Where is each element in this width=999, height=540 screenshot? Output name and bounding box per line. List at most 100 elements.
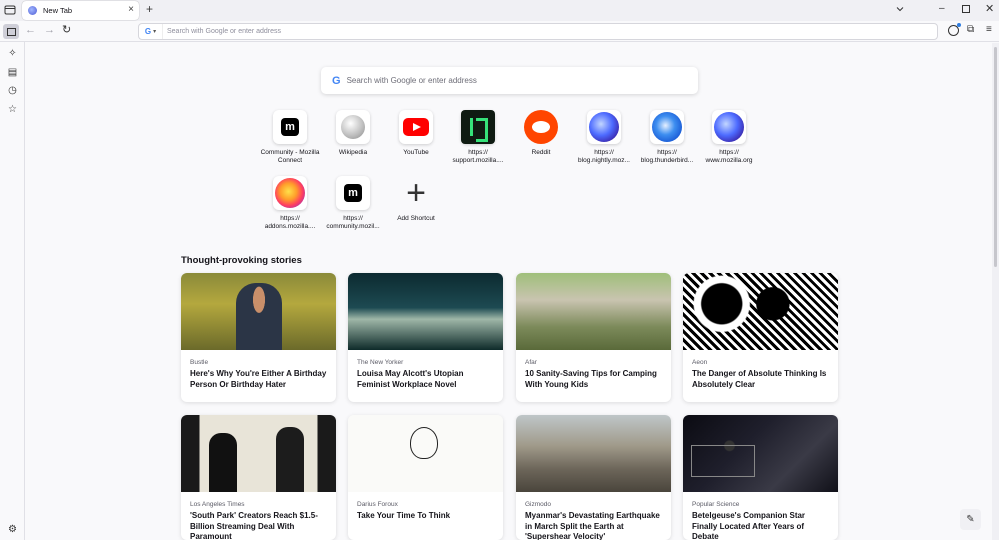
shortcut-community-mozilla[interactable]: m https:// community.mozil... [322, 176, 384, 231]
app-menu-hamburger-icon[interactable]: ≡ [986, 24, 992, 35]
story-image [181, 273, 336, 350]
firefox-view-icon[interactable] [4, 4, 16, 16]
shortcut-label: https:// support.mozilla.... [452, 149, 504, 164]
story-source: Bustle [190, 359, 209, 366]
plus-icon: + [406, 174, 426, 212]
search-engine-google-icon[interactable]: G ▾ [139, 24, 163, 39]
shortcut-wikipedia[interactable]: Wikipedia [322, 110, 384, 157]
story-card[interactable]: Popular Science Betelgeuse's Companion S… [683, 415, 838, 540]
story-image [683, 415, 838, 492]
story-image [516, 273, 671, 350]
shortcut-label: Reddit [531, 149, 551, 156]
thunderbird-icon [650, 110, 684, 144]
sidebar: ✧ ▤ ◷ ☆ ⚙ [0, 42, 25, 540]
firefox-favicon-icon [28, 6, 37, 15]
shortcut-label: https:// blog.thunderbird... [640, 149, 694, 164]
shortcut-mozilla-org[interactable]: https:// www.mozilla.org [698, 110, 760, 165]
shortcut-label: Community - Mozilla Connect [260, 149, 320, 164]
story-headline: 'South Park' Creators Reach $1.5-Billion… [190, 511, 318, 540]
story-headline: Myanmar's Devastating Earthquake in Marc… [525, 511, 660, 540]
tab-close-icon[interactable]: × [128, 4, 134, 16]
story-card[interactable]: Bustle Here's Why You're Either A Birthd… [181, 273, 336, 402]
reload-icon[interactable]: ↻ [62, 23, 71, 36]
extensions-puzzle-icon[interactable]: ⧉ [967, 24, 974, 35]
firefox-icon [273, 176, 307, 210]
history-clock-icon[interactable]: ◷ [7, 85, 18, 96]
story-card[interactable]: Aeon The Danger of Absolute Thinking Is … [683, 273, 838, 402]
story-source: Darius Foroux [357, 501, 398, 508]
story-source: Aeon [692, 359, 708, 366]
mozilla-m-icon: m [336, 176, 370, 210]
shortcut-youtube[interactable]: YouTube [385, 110, 447, 157]
mozilla-support-icon [461, 110, 495, 144]
shortcut-label: https:// www.mozilla.org [705, 149, 753, 164]
forward-arrow-icon[interactable]: → [44, 24, 55, 36]
shortcut-label: Wikipedia [338, 149, 368, 156]
sidebar-toggle-icon[interactable] [3, 24, 19, 39]
story-headline: Here's Why You're Either A Birthday Pers… [190, 369, 327, 389]
navigation-toolbar: ← → ↻ G ▾ Search with Google or enter add… [0, 21, 999, 42]
tab-new-tab[interactable]: New Tab × [22, 1, 139, 20]
story-source: The New Yorker [357, 359, 404, 366]
story-card[interactable]: Los Angeles Times 'South Park' Creators … [181, 415, 336, 540]
tab-strip: New Tab × + – ✕ [0, 0, 999, 21]
story-headline: The Danger of Absolute Thinking Is Absol… [692, 369, 827, 389]
back-arrow-icon[interactable]: ← [25, 24, 36, 36]
story-image [516, 415, 671, 492]
shortcut-mozilla-connect[interactable]: m Community - Mozilla Connect [259, 110, 321, 165]
story-image [181, 415, 336, 492]
mozilla-m-icon: m [273, 110, 307, 144]
story-headline: Louisa May Alcott's Utopian Feminist Wor… [357, 369, 464, 389]
ai-chatbot-sparkle-icon[interactable]: ✧ [7, 48, 18, 59]
google-logo-icon: G [332, 74, 341, 87]
story-source: Popular Science [692, 501, 740, 508]
tab-title: New Tab [43, 6, 73, 15]
story-image [683, 273, 838, 350]
shortcut-label: https:// addons.mozilla.... [264, 215, 316, 230]
story-card[interactable]: The New Yorker Louisa May Alcott's Utopi… [348, 273, 503, 402]
shortcut-blog-nightly[interactable]: https:// blog.nightly.moz... [573, 110, 635, 165]
story-card[interactable]: Gizmodo Myanmar's Devastating Earthquake… [516, 415, 671, 540]
window-close-icon[interactable]: ✕ [985, 2, 994, 15]
customize-newtab-pencil-icon[interactable]: ✎ [960, 509, 981, 530]
page-scrollbar[interactable] [992, 43, 999, 540]
story-headline: 10 Sanity-Saving Tips for Camping With Y… [525, 369, 657, 389]
story-image [348, 415, 503, 492]
address-bar[interactable]: G ▾ Search with Google or enter address [138, 23, 938, 40]
story-source: Gizmodo [525, 501, 552, 508]
story-headline: Betelgeuse's Companion Star Finally Loca… [692, 511, 806, 540]
window-maximize-icon[interactable] [962, 5, 970, 13]
shortcut-blog-thunderbird[interactable]: https:// blog.thunderbird... [636, 110, 698, 165]
story-card[interactable]: Darius Foroux Take Your Time To Think [348, 415, 503, 540]
shortcut-addons-mozilla[interactable]: https:// addons.mozilla.... [259, 176, 321, 231]
shortcut-support-mozilla[interactable]: https:// support.mozilla.... [447, 110, 509, 165]
youtube-icon [399, 110, 433, 144]
story-headline: Take Your Time To Think [357, 511, 451, 520]
story-source: Afar [525, 359, 537, 366]
shortcut-label: Add Shortcut [397, 215, 435, 222]
shortcut-label: YouTube [403, 149, 429, 156]
search-placeholder: Search with Google or enter address [346, 76, 477, 85]
address-bar-placeholder: Search with Google or enter address [167, 28, 282, 35]
account-icon[interactable] [948, 23, 961, 36]
add-shortcut-button[interactable]: + Add Shortcut [385, 176, 447, 223]
shortcut-label: https:// blog.nightly.moz... [578, 149, 630, 164]
newtab-search-input[interactable]: G Search with Google or enter address [321, 67, 698, 94]
firefox-nightly-icon [587, 110, 621, 144]
shortcut-reddit[interactable]: Reddit [510, 110, 572, 157]
reddit-icon [524, 110, 558, 144]
scrollbar-thumb[interactable] [994, 47, 997, 267]
story-card[interactable]: Afar 10 Sanity-Saving Tips for Camping W… [516, 273, 671, 402]
story-source: Los Angeles Times [190, 501, 245, 508]
list-all-tabs-chevron-icon[interactable] [894, 3, 906, 15]
synced-tabs-icon[interactable]: ▤ [7, 67, 18, 78]
window-minimize-icon[interactable]: – [939, 3, 945, 14]
stories-section-title: Thought-provoking stories [181, 255, 302, 266]
bookmarks-star-icon[interactable]: ☆ [7, 104, 18, 115]
new-tab-plus-icon[interactable]: + [146, 2, 153, 16]
shortcut-label: https:// community.mozil... [326, 215, 380, 230]
story-image [348, 273, 503, 350]
wikipedia-icon [336, 110, 370, 144]
firefox-nightly-icon [712, 110, 746, 144]
customize-sidebar-gear-icon[interactable]: ⚙ [7, 524, 18, 535]
